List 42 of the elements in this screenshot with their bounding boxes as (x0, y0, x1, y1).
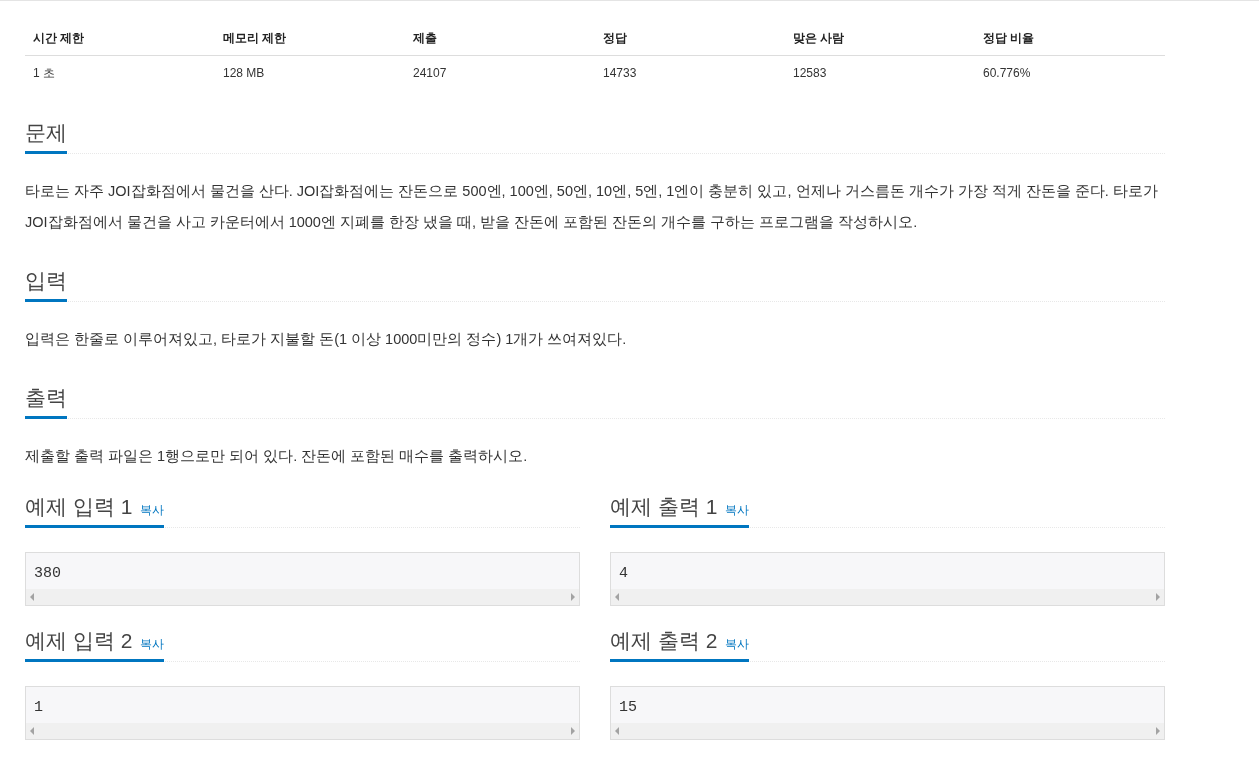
scroll-left-icon[interactable] (30, 727, 34, 735)
scroll-left-icon[interactable] (615, 727, 619, 735)
sample-text: 1 (33, 698, 44, 718)
table-cell-text: 24107 (412, 65, 448, 82)
table-cell-text: 1 초 (32, 65, 56, 82)
sample-heading: 예제 출력 2 (610, 628, 718, 654)
sample-heading: 예제 출력 1 (610, 494, 718, 520)
copy-link[interactable]: 복사 (140, 502, 165, 519)
column-header: 맞은 사람 (792, 30, 846, 47)
horizontal-scrollbar[interactable] (611, 723, 1164, 739)
copy-link[interactable]: 복사 (725, 636, 750, 653)
scroll-right-icon[interactable] (1156, 727, 1160, 735)
column-header: 정답 (602, 30, 628, 47)
sample-heading: 예제 입력 2 (25, 628, 133, 654)
sample-text: 15 (618, 698, 638, 718)
sample-text: 4 (618, 564, 629, 584)
scroll-left-icon[interactable] (30, 593, 34, 601)
sample-text: 380 (33, 564, 62, 584)
scroll-right-icon[interactable] (571, 593, 575, 601)
paragraph: 타로는 자주 JOI잡화점에서 물건을 산다. JOI잡화점에는 잔돈으로 500엔, 100엔, 50엔, 10엔, 5엔, 1엔이 충분히 있고, 언제나 거스름돈 개수가 가장 적게 잔돈을 준다. 타로가 JOI잡화점에서 물건을 사고 카운터에서 1000엔 지폐를 한장 냈을 때, 받을 잔돈에 포함된 잔돈의 개수를 구하는 프로그램을 작성하시오. (25, 182, 1159, 232)
paragraph: 제출할 출력 파일은 1행으로만 되어 있다. 잔돈에 포함된 매수를 출력하시오. (25, 447, 529, 466)
section-heading: 출력 (25, 385, 67, 411)
copy-link[interactable]: 복사 (140, 636, 165, 653)
scroll-right-icon[interactable] (571, 727, 575, 735)
horizontal-scrollbar[interactable] (611, 589, 1164, 605)
sample-heading: 예제 입력 1 (25, 494, 133, 520)
column-header: 메모리 제한 (222, 30, 288, 47)
section-heading: 문제 (25, 120, 67, 146)
table-cell-text: 60.776% (982, 65, 1032, 82)
scroll-right-icon[interactable] (1156, 593, 1160, 601)
copy-link[interactable]: 복사 (725, 502, 750, 519)
table-cell-text: 128 MB (222, 65, 266, 82)
horizontal-scrollbar[interactable] (26, 589, 579, 605)
table-cell-text: 12583 (792, 65, 828, 82)
paragraph: 입력은 한줄로 이루어져있고, 타로가 지불할 돈(1 이상 1000미만의 정수) 1개가 쓰여져있다. (25, 330, 628, 349)
scroll-left-icon[interactable] (615, 593, 619, 601)
column-header: 제출 (412, 30, 438, 47)
table-cell-text: 14733 (602, 65, 638, 82)
column-header: 시간 제한 (32, 30, 86, 47)
column-header: 정답 비율 (982, 30, 1036, 47)
horizontal-scrollbar[interactable] (26, 723, 579, 739)
section-heading: 입력 (25, 268, 67, 294)
